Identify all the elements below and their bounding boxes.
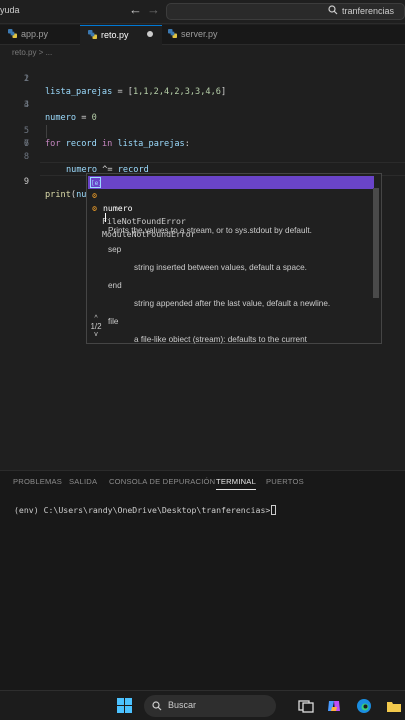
- terminal-prompt: (env) C:\Users\randy\OneDrive\Desktop\tr…: [14, 505, 271, 515]
- bottom-panel: PROBLEMAS SALIDA CONSOLA DE DEPURACIÓN T…: [0, 470, 405, 690]
- command-center-search[interactable]: tranferencias: [166, 3, 405, 20]
- back-arrow-icon[interactable]: ←: [129, 2, 142, 17]
- indent-guide: [46, 125, 47, 138]
- code-line: 7: [0, 138, 405, 151]
- doc-param-desc: a file-like obiect (stream): defaults to…: [134, 335, 307, 344]
- class-icon: ⚙: [92, 204, 97, 213]
- search-icon: [328, 5, 338, 15]
- line-number: 9: [23, 177, 29, 187]
- tab-terminal[interactable]: TERMINAL: [216, 477, 256, 490]
- python-file-icon: [168, 29, 177, 38]
- search-icon: [152, 701, 162, 711]
- line-number: 4: [23, 100, 29, 110]
- code-line: 4: [0, 99, 405, 112]
- doc-param-name: file: [108, 317, 119, 326]
- line-number: 2: [23, 74, 29, 84]
- code-line: 3 numero = 0: [0, 86, 405, 123]
- code-line: 5 for record in lista_parejas:: [0, 112, 405, 149]
- doc-param-name: end: [108, 281, 122, 290]
- tab-label: server.py: [181, 29, 218, 39]
- taskbar-search-label: Buscar: [168, 700, 197, 710]
- menu-help[interactable]: yuda: [0, 5, 20, 15]
- chevron-up-icon[interactable]: ^: [88, 315, 104, 322]
- class-icon: ⚙: [92, 191, 97, 200]
- tab-reto-py[interactable]: reto.py: [80, 25, 162, 45]
- tab-label: reto.py: [101, 30, 129, 40]
- parameter-hints: Prints the values to a stream, or to sys…: [86, 217, 382, 344]
- suggest-item[interactable]: ⚙ ModuleNotFoundError: [87, 202, 375, 239]
- suggest-item[interactable]: [e] numero: [88, 176, 374, 213]
- code-line: 6 numero ^= record: [0, 125, 405, 175]
- code-token: print: [45, 190, 71, 200]
- python-file-icon: [8, 29, 17, 38]
- unsaved-dot-icon[interactable]: [147, 31, 153, 37]
- suggest-item[interactable]: ⚙ FileNotFoundError: [87, 189, 375, 226]
- tab-app-py[interactable]: app.py: [0, 25, 78, 45]
- editor-tab-bar: app.py reto.py server.py: [0, 25, 405, 45]
- command-center-label: tranferencias: [342, 6, 395, 16]
- variable-icon: [e]: [90, 177, 102, 188]
- doc-param-name: sep: [108, 245, 122, 254]
- doc-summary: Prints the values to a stream, or to sys…: [108, 226, 312, 235]
- python-file-icon: [88, 30, 97, 39]
- code-token: nu: [76, 190, 87, 200]
- taskbar-search[interactable]: Buscar: [144, 695, 276, 717]
- doc-param-desc: string appended after the last value, de…: [134, 299, 331, 308]
- terminal[interactable]: (env) C:\Users\randy\OneDrive\Desktop\tr…: [14, 505, 277, 515]
- chevron-down-icon[interactable]: v: [88, 331, 104, 338]
- code-line: 1 lista_parejas = [1,1,2,4,2,3,3,4,6]: [0, 60, 405, 97]
- tab-server-py[interactable]: server.py: [164, 25, 244, 45]
- signature-counter: 1/2: [90, 322, 102, 331]
- file-explorer-icon[interactable]: [386, 698, 402, 714]
- windows-start-icon[interactable]: [117, 698, 133, 714]
- terminal-cursor: [271, 505, 277, 515]
- signature-navigator: ^ 1/2 v: [88, 315, 104, 338]
- windows-taskbar: Buscar: [0, 690, 405, 720]
- tab-label: app.py: [21, 29, 49, 39]
- code-line: 2: [0, 73, 405, 86]
- title-bar: yuda ← → tranferencias: [0, 0, 405, 24]
- doc-param-desc: string inserted between values, default …: [134, 263, 307, 272]
- edge-browser-icon[interactable]: [356, 698, 372, 714]
- tab-problemas[interactable]: PROBLEMAS: [13, 477, 62, 486]
- copilot-icon[interactable]: [326, 698, 342, 714]
- line-number: 7: [23, 139, 29, 149]
- tab-consola-depuracion[interactable]: CONSOLA DE DEPURACIÓN: [109, 477, 215, 486]
- tab-puertos[interactable]: PUERTOS: [266, 477, 304, 486]
- task-view-icon[interactable]: [298, 698, 314, 714]
- forward-arrow-icon[interactable]: →: [147, 2, 160, 17]
- breadcrumb[interactable]: reto.py > ...: [12, 48, 52, 57]
- tab-salida[interactable]: SALIDA: [69, 477, 97, 486]
